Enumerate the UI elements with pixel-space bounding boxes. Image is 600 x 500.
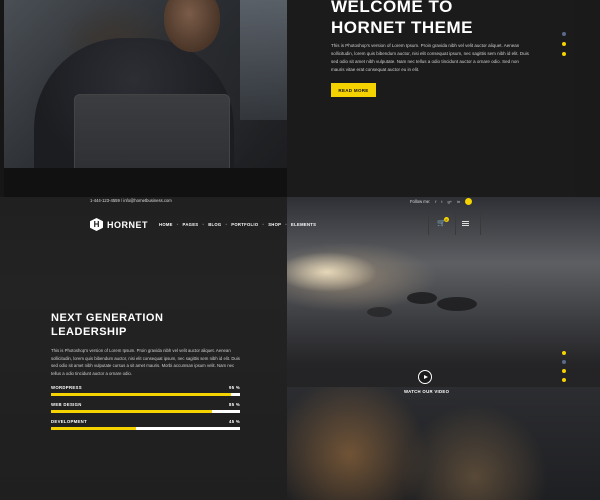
follow-label: Follow me: — [410, 199, 431, 204]
twitter-icon[interactable]: t — [441, 199, 442, 204]
header-divider — [428, 211, 429, 235]
nav-separator: • — [176, 222, 179, 227]
header-divider — [455, 211, 456, 235]
cloud-shape — [367, 307, 392, 317]
slide-dot[interactable] — [562, 360, 566, 364]
nav-item-home[interactable]: HOME — [159, 222, 173, 227]
header-divider — [480, 211, 481, 235]
skill-bar — [51, 427, 240, 430]
nav-separator: • — [225, 222, 228, 227]
skill-label: WORDPRESS — [51, 385, 82, 390]
section-title: NEXT GENERATION LEADERSHIP — [51, 311, 201, 339]
welcome-title: WELCOME TO HORNET THEME — [331, 0, 551, 38]
nav-item-shop[interactable]: SHOP — [268, 222, 281, 227]
logo-text: HORNET — [107, 219, 148, 230]
main-nav: HOME • PAGES • BLOG • PORTFOLIO • SHOP •… — [159, 222, 316, 227]
cloud-shape — [437, 297, 477, 311]
nav-item-elements[interactable]: ELEMENTS — [291, 222, 316, 227]
google-plus-icon[interactable]: g+ — [448, 199, 453, 204]
play-video-button[interactable] — [418, 370, 432, 384]
menu-icon[interactable] — [462, 221, 469, 226]
skill-development: DEVELOPMENT 45 % — [51, 419, 240, 430]
section-paragraph: This is Photoshop's version of Lorem Ips… — [51, 348, 240, 376]
nav-item-portfolio[interactable]: PORTFOLIO — [231, 222, 258, 227]
hero-side-panel — [575, 0, 600, 197]
slide-dot[interactable] — [562, 369, 566, 373]
skill-bar-fill — [51, 410, 212, 413]
city-lights — [287, 387, 600, 500]
skill-bar-fill — [51, 427, 137, 430]
skill-label: WEB DESIGN — [51, 402, 82, 407]
slider-pagination-top — [562, 32, 566, 56]
skill-label: DEVELOPMENT — [51, 419, 88, 424]
cart-count-badge: 0 — [444, 217, 449, 222]
skill-bar-fill — [51, 393, 231, 396]
section-title-line2: LEADERSHIP — [51, 326, 127, 338]
cloud-shape — [407, 292, 437, 304]
slider-pagination-bottom — [562, 351, 566, 382]
read-more-button[interactable]: READ MORE — [331, 83, 376, 97]
play-icon — [423, 375, 428, 379]
contact-info: 1-444-123-4559 / info@hornetbusiness.com — [90, 198, 172, 203]
skill-value: 95 % — [229, 385, 240, 390]
skill-value: 45 % — [229, 419, 240, 424]
logo[interactable]: H HORNET — [90, 218, 148, 231]
slide-dot[interactable] — [562, 378, 566, 382]
follow-bar: Follow me: f t g+ in — [410, 198, 473, 205]
nav-separator: • — [202, 222, 205, 227]
section-title-line1: NEXT GENERATION — [51, 312, 164, 324]
facebook-icon[interactable]: f — [435, 199, 436, 204]
linkedin-icon[interactable]: in — [457, 199, 460, 204]
slide-dot[interactable] — [562, 32, 566, 36]
nav-separator: • — [262, 222, 265, 227]
city-background-image — [287, 197, 600, 500]
watch-video-label[interactable]: WATCH OUR VIDEO — [404, 389, 449, 394]
welcome-title-line2: HORNET THEME — [331, 18, 473, 37]
skill-wordpress: WORDPRESS 95 % — [51, 385, 240, 396]
logo-mark-icon: H — [90, 218, 103, 231]
hero-photo — [4, 0, 287, 197]
welcome-title-line1: WELCOME TO — [331, 0, 453, 16]
window-light — [240, 0, 287, 120]
table-image — [4, 168, 287, 197]
nav-item-pages[interactable]: PAGES — [183, 222, 199, 227]
skill-web-design: WEB DESIGN 85 % — [51, 402, 240, 413]
nav-separator: • — [285, 222, 288, 227]
skill-bar — [51, 393, 240, 396]
skill-bar — [51, 410, 240, 413]
slide-dot[interactable] — [562, 351, 566, 355]
skill-value: 85 % — [229, 402, 240, 407]
nav-item-blog[interactable]: BLOG — [208, 222, 221, 227]
search-icon[interactable] — [465, 198, 473, 205]
welcome-paragraph: This is Photoshop's version of Lorem Ips… — [331, 43, 529, 72]
slide-dot[interactable] — [562, 52, 566, 56]
slide-dot-active[interactable] — [562, 42, 566, 46]
